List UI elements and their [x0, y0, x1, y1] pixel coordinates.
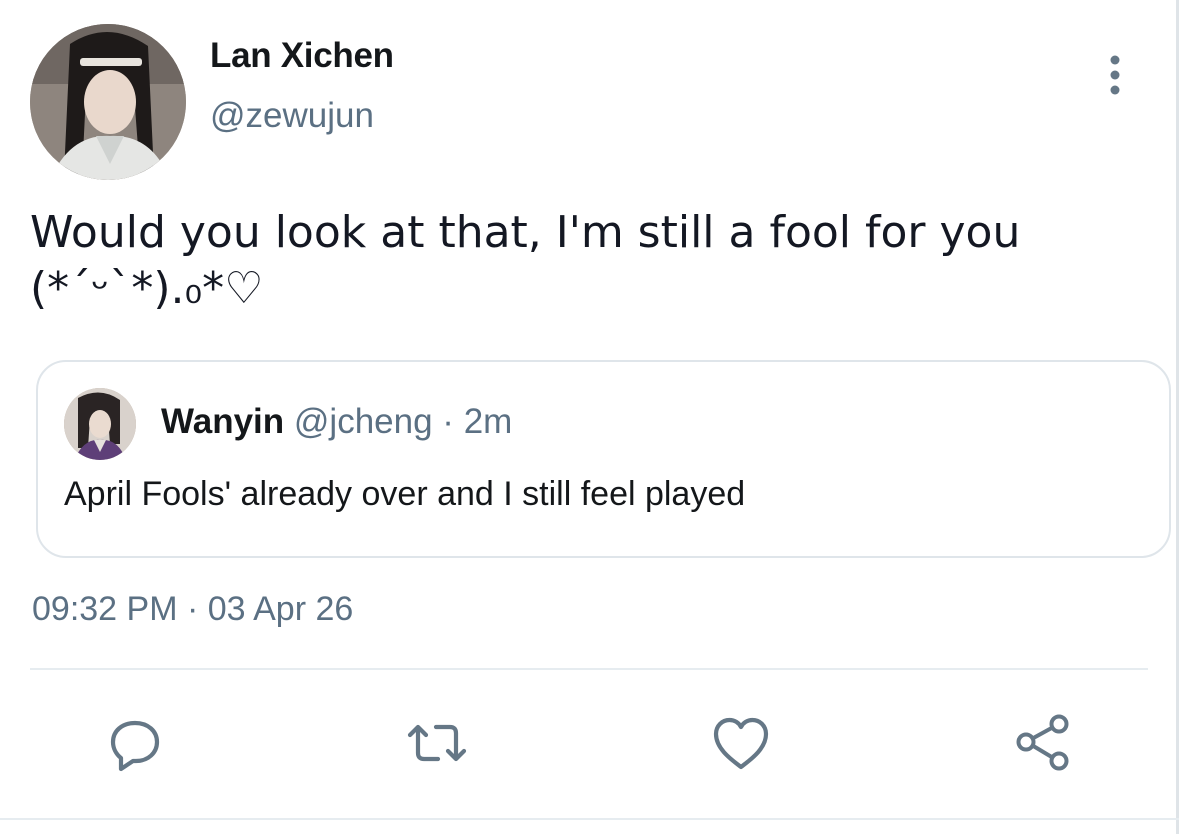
- reply-icon: [110, 720, 160, 772]
- quoted-author-display-name: Wanyin: [161, 402, 285, 441]
- quoted-tweet-text: April Fools' already over and I still fe…: [64, 475, 746, 513]
- quoted-meta-separator: ·: [442, 402, 454, 441]
- like-icon: [713, 717, 769, 770]
- tweet-text: Would you look at that, I'm still a fool…: [30, 205, 1140, 317]
- more-vertical-icon: [1110, 55, 1120, 95]
- share-button[interactable]: [1008, 708, 1078, 778]
- quoted-tweet-meta: Wanyin @jcheng · 2m: [161, 402, 512, 442]
- more-options-button[interactable]: [1098, 54, 1132, 96]
- retweet-icon: [407, 724, 467, 762]
- like-button[interactable]: [706, 708, 776, 778]
- divider: [30, 668, 1148, 670]
- tweet-timestamp[interactable]: 09:32 PM · 03 Apr 26: [32, 590, 353, 629]
- tweet-text-line: Would you look at that, I'm still a fool…: [30, 207, 1021, 258]
- bottom-edge-border: [0, 818, 1179, 820]
- reply-button[interactable]: [100, 708, 170, 778]
- author-avatar[interactable]: [30, 24, 186, 180]
- author-avatar-image: [30, 24, 186, 180]
- share-icon: [1016, 714, 1069, 771]
- tweet-text-line: (*ˊᵕˋ*).₀*♡: [30, 263, 264, 314]
- author-handle[interactable]: @zewujun: [210, 96, 374, 136]
- quoted-author-avatar: [64, 388, 136, 460]
- quoted-tweet-age: 2m: [463, 402, 513, 441]
- author-display-name[interactable]: Lan Xichen: [210, 36, 394, 76]
- retweet-button[interactable]: [402, 708, 472, 778]
- quoted-tweet-card[interactable]: Wanyin @jcheng · 2m April Fools' already…: [36, 360, 1171, 558]
- quoted-author-handle: @jcheng: [293, 402, 433, 441]
- quoted-author-avatar-image: [64, 388, 136, 460]
